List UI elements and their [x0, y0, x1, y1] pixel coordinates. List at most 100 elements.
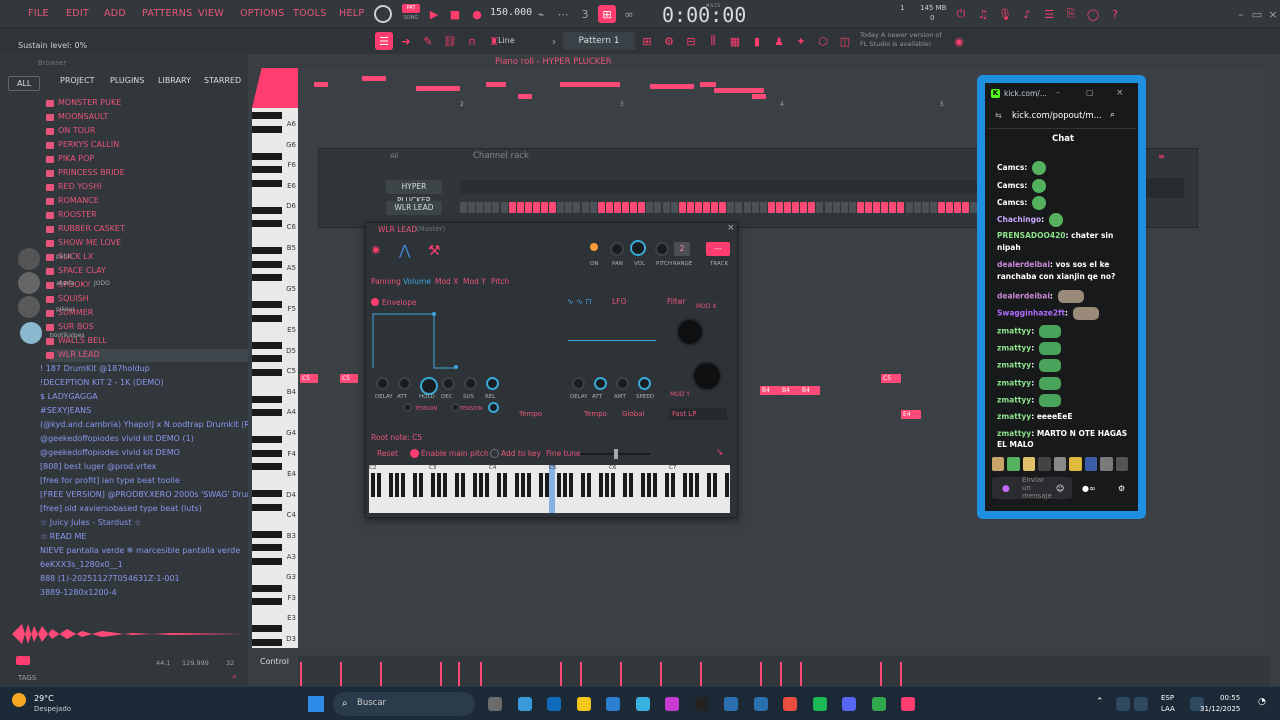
clock-date[interactable]: 31/12/2025 [1200, 705, 1240, 713]
update-line2[interactable]: FL Studio is available! [860, 40, 931, 48]
step-button[interactable] [921, 202, 929, 213]
black-key[interactable] [252, 314, 282, 322]
site-settings-icon[interactable]: ⇆ [995, 111, 1002, 120]
piano-note[interactable] [486, 82, 506, 87]
plugin-black-key[interactable] [707, 473, 711, 497]
search-icon[interactable]: ⌕ [1110, 110, 1115, 120]
tab-panning[interactable]: Panning [371, 277, 401, 286]
step-button[interactable] [856, 202, 864, 213]
playlist-icon[interactable]: ☰ [1040, 5, 1058, 23]
kick-close-icon[interactable]: × [1116, 88, 1124, 98]
taskbar-app-icon[interactable] [812, 697, 827, 711]
black-key[interactable] [252, 395, 282, 403]
plugin-black-key[interactable] [629, 473, 633, 497]
help-icon[interactable]: ? [1106, 5, 1124, 23]
pattern-selector[interactable]: Pattern 1 [563, 32, 635, 50]
browser-item[interactable]: #SEXYJEANS [40, 406, 248, 415]
plugin-black-key[interactable] [377, 473, 381, 497]
chat-username[interactable]: zmattyy [997, 327, 1031, 336]
chat-username[interactable]: zmattyy [997, 379, 1031, 388]
browser-item[interactable]: 6eKXX3s_1280x0__1 [40, 560, 248, 569]
wrench-icon[interactable]: ⚒ [428, 243, 441, 259]
step-button[interactable] [929, 202, 937, 213]
mic-icon[interactable]: 🎙 [996, 5, 1014, 23]
black-key[interactable] [252, 112, 282, 119]
channel-wlr-lead[interactable]: WLR LEAD [386, 201, 442, 215]
track-value[interactable]: --- [706, 242, 730, 256]
chat-username[interactable]: zmattyy [997, 396, 1031, 405]
velocity-bar[interactable] [300, 662, 302, 686]
velocity-bar[interactable] [700, 662, 702, 686]
chat-username[interactable]: zmattyy [997, 429, 1031, 438]
channel-hyper-plucker[interactable]: HYPER PLUCKER [386, 180, 442, 205]
step-button[interactable] [816, 202, 824, 213]
tab-library[interactable]: LIBRARY [158, 76, 191, 85]
chat-username[interactable]: dealerdeibai [997, 292, 1050, 301]
emote-icon[interactable] [992, 457, 1005, 471]
velocity-bar[interactable] [760, 662, 762, 686]
tempo-label[interactable]: Tempo [519, 410, 542, 418]
browser-folder[interactable]: SPACE CLAY [58, 266, 106, 275]
plugin-black-key[interactable] [395, 473, 399, 497]
emote-icon[interactable] [1115, 457, 1128, 471]
tab-mod-y[interactable]: Mod Y [463, 277, 486, 286]
piano-note[interactable]: C5 [881, 374, 901, 383]
black-key[interactable] [252, 638, 282, 646]
black-key[interactable] [252, 125, 282, 133]
control-lane-label[interactable]: Control [260, 657, 289, 666]
browser-folder[interactable]: MOONSAULT [58, 112, 108, 121]
black-key[interactable] [252, 436, 282, 443]
pitch-knob[interactable] [655, 242, 669, 256]
step-button[interactable] [524, 202, 532, 213]
tool4-icon[interactable]: ▮ [748, 32, 766, 50]
wifi-icon[interactable] [1116, 697, 1130, 711]
lfo-wave-icon[interactable]: ∿ ∿ ⊓ [567, 297, 592, 306]
plugin-black-key[interactable] [623, 473, 627, 497]
browser-item[interactable]: ☆ READ ME [40, 532, 248, 541]
step-button[interactable] [484, 202, 492, 213]
taskbar-app-icon[interactable] [694, 697, 709, 711]
step-button[interactable] [759, 202, 767, 213]
piano-note[interactable]: C5 [340, 374, 358, 383]
step-button[interactable] [565, 202, 573, 213]
on-led[interactable] [590, 243, 598, 251]
kick-minimize-icon[interactable]: – [1056, 88, 1060, 97]
tool1-icon[interactable]: ⚙ [660, 32, 678, 50]
step-button[interactable] [638, 202, 646, 213]
velocity-bar[interactable] [660, 662, 662, 686]
step-button[interactable] [865, 202, 872, 213]
tool3-icon[interactable]: ▦ [726, 32, 744, 50]
mic-icon[interactable]: ● [1002, 484, 1010, 494]
stop-icon[interactable]: ■ [446, 5, 464, 23]
step-button[interactable] [954, 202, 962, 213]
taskbar-app-icon[interactable] [488, 697, 502, 711]
black-key[interactable] [252, 260, 282, 268]
piano-note[interactable] [700, 82, 716, 87]
browser-folder[interactable]: SQUISH [58, 294, 89, 303]
piano-roll-preview[interactable] [460, 180, 980, 194]
tab-volume[interactable]: Volume [403, 277, 431, 286]
step-button[interactable] [613, 202, 621, 213]
menu-tools[interactable]: TOOLS [293, 8, 327, 19]
power-icon[interactable]: ⏻ [952, 5, 970, 23]
black-key[interactable] [252, 341, 282, 349]
channel-filter[interactable]: All [390, 152, 399, 160]
taskbar-app-icon[interactable] [517, 697, 532, 711]
emote-icon[interactable] [1007, 457, 1020, 471]
taskbar-app-icon[interactable] [871, 697, 886, 711]
chat-username[interactable]: Camcs [997, 181, 1024, 190]
plugin-black-key[interactable] [485, 473, 489, 497]
people-icon[interactable]: ●∞ [1082, 484, 1096, 493]
browser-folder[interactable]: RED YOSHI [58, 182, 102, 191]
tool6-icon[interactable]: ✦ [792, 32, 810, 50]
plugin-black-key[interactable] [569, 473, 573, 497]
plugin-black-key[interactable] [563, 473, 567, 497]
piano-note[interactable] [362, 76, 386, 81]
black-key[interactable] [252, 584, 282, 592]
step-button[interactable] [597, 202, 605, 213]
weather-icon[interactable] [12, 693, 26, 707]
black-key[interactable] [252, 503, 282, 511]
step-button[interactable] [913, 202, 921, 213]
plugin-black-key[interactable] [389, 473, 393, 497]
pan-knob[interactable] [610, 242, 624, 256]
